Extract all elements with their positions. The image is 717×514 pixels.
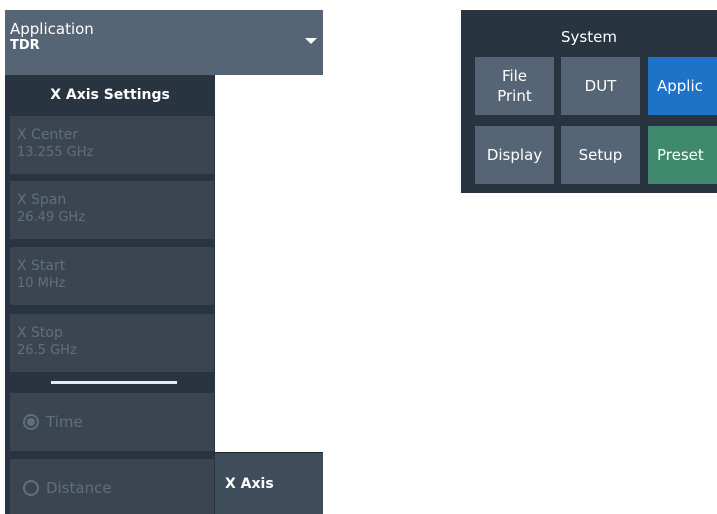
- application-label: Application: [10, 20, 94, 38]
- application-button[interactable]: Applic: [648, 57, 717, 115]
- system-title: System: [561, 28, 617, 46]
- file-print-button[interactable]: File Print: [475, 57, 554, 115]
- x-span-field[interactable]: X Span 26.49 GHz: [10, 181, 214, 239]
- x-center-field[interactable]: X Center 13.255 GHz: [10, 116, 214, 174]
- x-start-label: X Start: [17, 258, 66, 274]
- display-label: Display: [486, 146, 543, 164]
- radio-distance-label: Distance: [46, 479, 112, 497]
- x-stop-value: 26.5 GHz: [17, 343, 77, 358]
- radio-unselected-icon: [23, 480, 39, 496]
- x-start-field[interactable]: X Start 10 MHz: [10, 247, 214, 305]
- preset-button[interactable]: Preset: [648, 126, 717, 184]
- x-span-value: 26.49 GHz: [17, 210, 86, 225]
- application-value: TDR: [10, 38, 40, 53]
- dut-button[interactable]: DUT: [561, 57, 640, 115]
- x-start-value: 10 MHz: [17, 276, 66, 291]
- x-span-label: X Span: [17, 192, 67, 208]
- x-center-label: X Center: [17, 127, 79, 143]
- preset-label: Preset: [657, 146, 704, 164]
- radio-time-label: Time: [46, 413, 83, 431]
- setup-label: Setup: [578, 146, 623, 164]
- tab-x-axis[interactable]: X Axis: [215, 452, 323, 514]
- application-button-label: Applic: [657, 77, 703, 95]
- display-button[interactable]: Display: [475, 126, 554, 184]
- x-center-value: 13.255 GHz: [17, 145, 94, 160]
- app-root: Application TDR X Axis Settings X Center…: [0, 0, 717, 514]
- dropdown-caret-icon: [305, 38, 317, 44]
- x-stop-label: X Stop: [17, 325, 63, 341]
- dut-label: DUT: [584, 77, 617, 95]
- x-stop-field[interactable]: X Stop 26.5 GHz: [10, 314, 214, 372]
- setup-button[interactable]: Setup: [561, 126, 640, 184]
- panel-title: X Axis Settings: [50, 87, 170, 103]
- application-dropdown[interactable]: Application TDR: [5, 10, 323, 75]
- system-panel: System File Print DUT Applic Display Set…: [461, 10, 717, 193]
- file-print-label: File Print: [497, 67, 532, 105]
- separator-line: [51, 381, 177, 384]
- radio-selected-icon: [23, 414, 39, 430]
- radio-time[interactable]: Time: [10, 393, 214, 451]
- radio-distance[interactable]: Distance: [10, 459, 214, 514]
- x-axis-settings-panel: X Axis Settings X Center 13.255 GHz X Sp…: [5, 75, 215, 514]
